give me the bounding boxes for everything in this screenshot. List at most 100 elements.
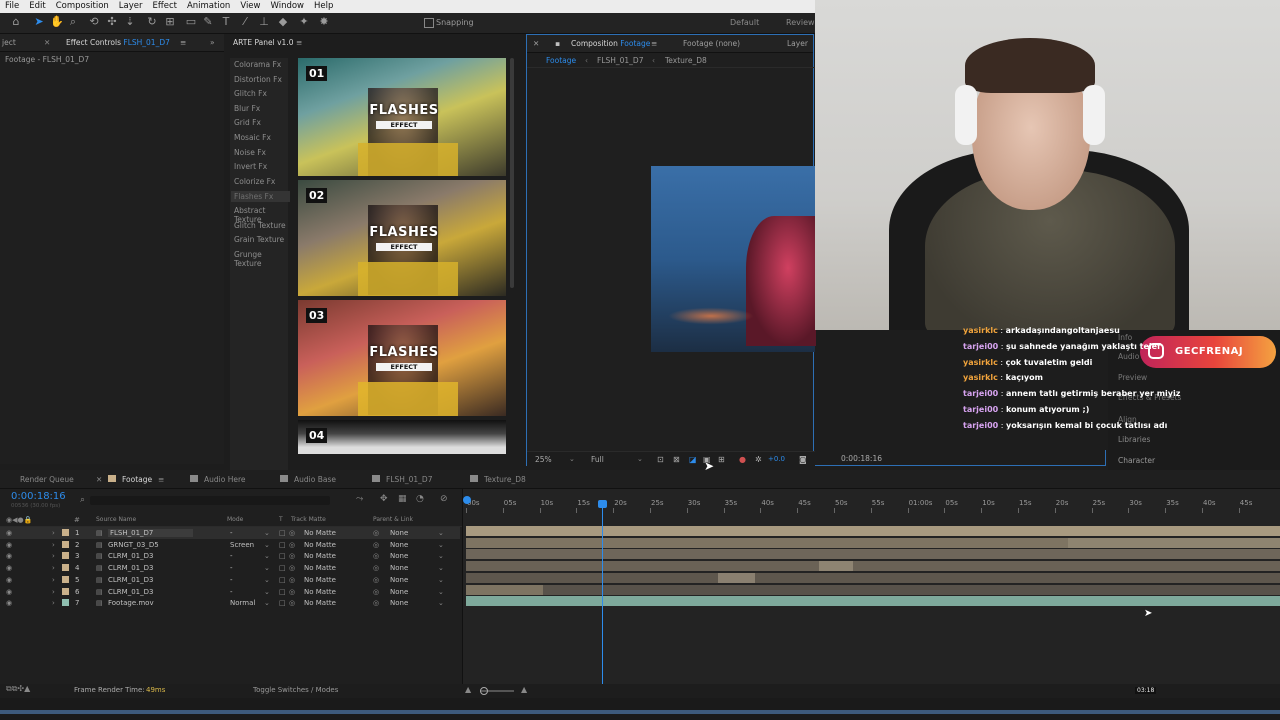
pen-tool-icon[interactable]: ✎ bbox=[202, 16, 214, 28]
layer-mode-dropdown[interactable]: - bbox=[230, 588, 233, 596]
parent-dropdown[interactable]: None bbox=[390, 564, 408, 572]
breadcrumb-texture[interactable]: Texture_D8 bbox=[665, 56, 707, 65]
layer-row[interactable]: ◉ › 6 ▤ CLRM_01_D3- ⌄ □ ◎ No Matte ◎ None ⌄ bbox=[0, 586, 460, 598]
playhead-handle[interactable] bbox=[598, 500, 607, 508]
layer-duration-bar[interactable] bbox=[466, 572, 719, 583]
label-color-swatch[interactable] bbox=[62, 564, 69, 572]
menu-layer[interactable]: Layer bbox=[114, 0, 148, 13]
layer-name[interactable]: GRNGT_03_D5 bbox=[108, 541, 159, 549]
parent-dropdown[interactable]: None bbox=[390, 541, 408, 549]
layer-row[interactable]: ◉ › 3 ▤ CLRM_01_D3- ⌄ □ ◎ No Matte ◎ None ⌄ bbox=[0, 550, 460, 562]
parent-dropdown[interactable]: None bbox=[390, 588, 408, 596]
hand-tool-icon[interactable]: ✋ bbox=[50, 16, 64, 28]
fx-item[interactable]: Noise Fx bbox=[234, 148, 266, 157]
fx-item[interactable]: Glitch Fx bbox=[234, 89, 267, 98]
track-matte-dropdown[interactable]: No Matte bbox=[304, 576, 336, 584]
preserve-transparency-checkbox[interactable]: □ bbox=[279, 552, 286, 560]
video-progress-bar[interactable] bbox=[0, 710, 1280, 714]
layer-duration-bar[interactable] bbox=[718, 572, 755, 583]
comp-mini-flowchart-icon[interactable]: ⤳ bbox=[356, 494, 363, 504]
time-ruler[interactable]: 00s 05s 10s 15s 20s 25s 30s 35s 40s 45s 50s 55s 01:0… bbox=[463, 489, 1280, 513]
pick-whip-icon[interactable]: ◎ bbox=[373, 541, 379, 549]
tab-audio-here[interactable]: Audio Here bbox=[204, 475, 246, 484]
dolly-tool-icon[interactable]: ⇣ bbox=[124, 16, 136, 28]
menu-edit[interactable]: Edit bbox=[24, 0, 50, 13]
zoom-tool-icon[interactable]: ⌕ bbox=[67, 16, 79, 28]
menu-file[interactable]: File bbox=[0, 0, 24, 13]
eye-icon[interactable]: ◉ bbox=[6, 599, 12, 607]
panel-character[interactable]: Character bbox=[1118, 456, 1155, 465]
layer-duration-bar[interactable] bbox=[1068, 537, 1280, 548]
preserve-transparency-checkbox[interactable]: □ bbox=[279, 564, 286, 572]
tab-texture[interactable]: Texture_D8 bbox=[484, 475, 526, 484]
zoom-slider-thumb[interactable] bbox=[480, 687, 488, 695]
zoom-in-icon[interactable]: ▲ bbox=[521, 685, 527, 694]
fx-item[interactable]: Distortion Fx bbox=[234, 75, 282, 84]
flashes-thumbnail-2[interactable]: 02 FLASHES EFFECT bbox=[298, 180, 506, 296]
pick-whip-icon[interactable]: ◎ bbox=[373, 599, 379, 607]
layer-name[interactable]: Footage.mov bbox=[108, 599, 154, 607]
workspace-default[interactable]: Default bbox=[730, 18, 759, 27]
fx-item[interactable]: Flashes Fx bbox=[231, 191, 290, 203]
layer-mode-dropdown[interactable]: Screen bbox=[230, 541, 254, 549]
menu-composition[interactable]: Composition bbox=[51, 0, 114, 13]
flashes-thumbnail-3[interactable]: 03 FLASHES EFFECT bbox=[298, 300, 506, 416]
tab-composition[interactable]: Composition Footage bbox=[571, 39, 650, 48]
expand-panels-icon[interactable]: » bbox=[210, 38, 215, 47]
fx-item[interactable]: Colorama Fx bbox=[234, 60, 281, 69]
layer-mode-dropdown[interactable]: - bbox=[230, 576, 233, 584]
preserve-transparency-checkbox[interactable]: □ bbox=[279, 588, 286, 596]
label-color-swatch[interactable] bbox=[62, 599, 69, 607]
layer-row[interactable]: ◉ › 7 ▤ Footage.mov Normal ⌄ □ ◎ No Matte ◎ None ⌄ bbox=[0, 597, 460, 609]
panel-menu-icon[interactable]: ≡ bbox=[158, 475, 164, 484]
arte-scrollbar[interactable] bbox=[510, 58, 514, 288]
anchor-tool-icon[interactable]: ⊞ bbox=[164, 16, 176, 28]
preserve-transparency-checkbox[interactable]: □ bbox=[279, 541, 286, 549]
layer-row[interactable]: ◉ › 1 ▤ FLSH_01_D7- ⌄ □ ◎ No Matte ◎ None ⌄ bbox=[0, 527, 460, 539]
graph-editor-icon[interactable]: ⊘ bbox=[440, 494, 448, 504]
layer-duration-bar[interactable] bbox=[819, 561, 853, 572]
roto-brush-tool-icon[interactable]: ✦ bbox=[298, 16, 310, 28]
parent-dropdown[interactable]: None bbox=[390, 529, 408, 537]
label-color-swatch[interactable] bbox=[62, 587, 69, 595]
eye-icon[interactable]: ◉ bbox=[6, 552, 12, 560]
expand-arrow-icon[interactable]: › bbox=[52, 576, 55, 584]
close-icon[interactable]: ✕ bbox=[44, 38, 50, 47]
label-color-swatch[interactable] bbox=[62, 529, 69, 536]
region-of-interest-icon[interactable]: ⊡ bbox=[657, 455, 664, 464]
playhead-line[interactable] bbox=[602, 500, 603, 684]
track-matte-dropdown[interactable]: No Matte bbox=[304, 588, 336, 596]
layer-name[interactable]: CLRM_01_D3 bbox=[108, 576, 153, 584]
menu-view[interactable]: View bbox=[235, 0, 265, 13]
parent-dropdown[interactable]: None bbox=[390, 576, 408, 584]
pick-whip-icon[interactable]: ◎ bbox=[373, 529, 379, 537]
fx-item[interactable]: Colorize Fx bbox=[234, 177, 275, 186]
layer-duration-bar[interactable] bbox=[466, 596, 1280, 607]
resolution-dropdown[interactable]: Full bbox=[591, 455, 604, 464]
eye-icon[interactable]: ◉ bbox=[6, 529, 12, 537]
track-matte-dropdown[interactable]: No Matte bbox=[304, 541, 336, 549]
exposure-icon[interactable]: ✲ bbox=[755, 455, 762, 464]
label-color-swatch[interactable] bbox=[62, 575, 69, 583]
label-color-swatch[interactable] bbox=[62, 540, 69, 548]
track-matte-dropdown[interactable]: No Matte bbox=[304, 599, 336, 607]
footer-toggle-icons[interactable]: ⧉⧉✣▲ bbox=[6, 684, 30, 694]
exposure-value[interactable]: +0.0 bbox=[768, 455, 785, 463]
eye-icon[interactable]: ◉ bbox=[6, 576, 12, 584]
layer-name[interactable]: FLSH_01_D7 bbox=[108, 529, 194, 537]
layer-mode-dropdown[interactable]: Normal bbox=[230, 599, 255, 607]
flashes-thumbnail-4[interactable]: 04 bbox=[298, 420, 506, 454]
tab-flsh[interactable]: FLSH_01_D7 bbox=[386, 475, 432, 484]
rectangle-tool-icon[interactable]: ▭ bbox=[185, 16, 197, 28]
transparency-grid-icon[interactable]: ⊠ bbox=[673, 455, 680, 464]
toggle-switches-modes[interactable]: Toggle Switches / Modes bbox=[253, 686, 338, 694]
arte-panel-title[interactable]: ARTE Panel v1.0 bbox=[233, 38, 293, 47]
expand-arrow-icon[interactable]: › bbox=[52, 529, 55, 537]
layer-duration-bar[interactable] bbox=[754, 572, 1280, 583]
eraser-tool-icon[interactable]: ◆ bbox=[277, 16, 289, 28]
tab-audio-base[interactable]: Audio Base bbox=[294, 475, 336, 484]
preserve-transparency-checkbox[interactable]: □ bbox=[279, 576, 286, 584]
layer-duration-bar[interactable] bbox=[466, 584, 544, 595]
menu-animation[interactable]: Animation bbox=[182, 0, 235, 13]
fx-item[interactable]: Grid Fx bbox=[234, 118, 261, 127]
